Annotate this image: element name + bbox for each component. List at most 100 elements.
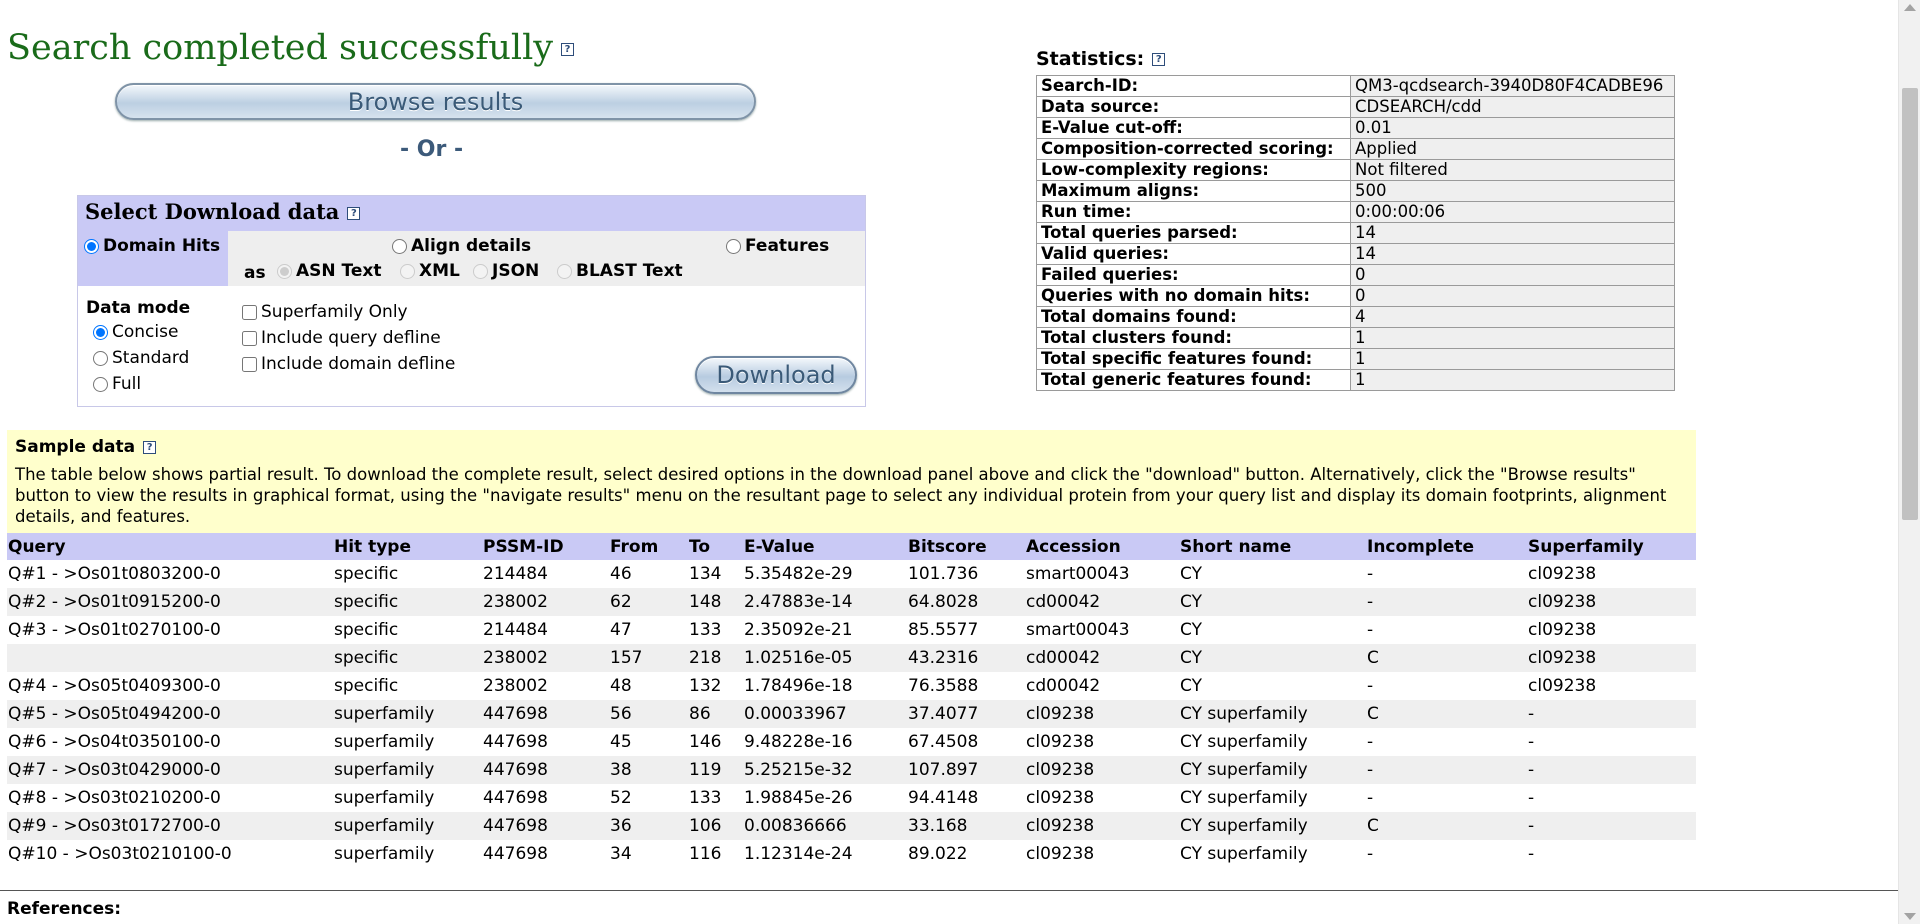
format-xml-label: XML <box>419 261 460 281</box>
download-panel-header: Select Download data? <box>78 196 865 231</box>
table-cell: 2.47883e-14 <box>743 588 907 616</box>
statistics-value: 14 <box>1350 222 1675 244</box>
statistics-key: Queries with no domain hits: <box>1036 285 1351 307</box>
table-cell: 2.35092e-21 <box>744 620 853 640</box>
column-header: Query <box>7 533 333 560</box>
type-features[interactable]: Features <box>726 236 829 256</box>
table-row: Q#7 - >Os03t0429000-0 superfamily 447698 38… <box>7 756 1696 784</box>
include-domain-defline-checkbox[interactable] <box>242 356 257 372</box>
table-cell: cd00042 <box>1026 676 1101 696</box>
format-asn-text-radio[interactable] <box>277 263 292 279</box>
include-query-defline-checkbox[interactable] <box>242 330 257 346</box>
mode-standard-radio[interactable] <box>93 350 108 366</box>
browse-results-button[interactable]: Browse results <box>115 83 756 120</box>
results-table: Query Hit type PSSM-ID From To E-Value Bitscor… <box>7 533 1696 868</box>
format-as-label: as <box>244 263 266 283</box>
table-row: specific 238002 157 218 1.02516e-05 43.2316 cd… <box>7 644 1696 672</box>
table-cell: cl09238 <box>1025 756 1179 784</box>
type-align-details[interactable]: Align details <box>392 236 531 256</box>
table-cell: cl09238 <box>1528 620 1597 640</box>
statistics-row: Search-ID: QM3-qcdsearch-3940D80F4CADBE96 <box>1036 75 1675 97</box>
format-json[interactable]: JSON <box>473 261 539 281</box>
results-header-row: Query Hit type PSSM-ID From To E-Value Bitscor… <box>7 533 1696 560</box>
mode-full[interactable]: Full <box>93 374 141 394</box>
include-domain-defline-label: Include domain defline <box>261 354 456 374</box>
table-cell: 33.168 <box>907 812 1025 840</box>
table-cell: 447698 <box>483 844 548 864</box>
table-cell: 85.5577 <box>908 620 979 640</box>
table-cell: 5.35482e-29 <box>744 564 853 584</box>
statistics-key: Run time: <box>1036 201 1351 223</box>
statistics-value: 4 <box>1350 306 1675 328</box>
table-cell: superfamily <box>333 756 482 784</box>
help-icon[interactable]: ? <box>1152 53 1166 66</box>
mode-standard[interactable]: Standard <box>93 348 189 368</box>
table-cell: CY <box>1179 644 1366 672</box>
table-cell: cl09238 <box>1528 676 1597 696</box>
scroll-up-arrow-icon[interactable] <box>1904 4 1916 11</box>
type-features-radio[interactable] <box>726 238 741 254</box>
table-cell: 36 <box>609 812 688 840</box>
superfamily-only-option[interactable]: Superfamily Only <box>242 302 408 322</box>
format-json-label: JSON <box>492 261 540 281</box>
superfamily-only-label: Superfamily Only <box>261 302 408 322</box>
help-icon[interactable]: ? <box>561 43 575 56</box>
mode-concise-radio[interactable] <box>93 324 108 340</box>
type-align-details-radio[interactable] <box>392 238 407 254</box>
format-blast-text[interactable]: BLAST Text <box>557 261 683 281</box>
statistics-key: Search-ID: <box>1036 75 1351 97</box>
type-domain-hits[interactable]: Domain Hits <box>84 236 220 256</box>
statistics-row: Composition-corrected scoring: Applied <box>1036 138 1675 160</box>
table-cell: Q#3 - >Os01t0270100-0 <box>8 620 221 640</box>
table-cell: 37.4077 <box>907 700 1025 728</box>
table-cell: specific <box>334 564 399 584</box>
table-cell: 34 <box>610 844 632 864</box>
table-row: Q#3 - >Os01t0270100-0 specific 214484 47 133… <box>7 616 1696 644</box>
scrollbar-thumb[interactable] <box>1902 88 1918 520</box>
statistics-row: Total generic features found: 1 <box>1036 369 1675 391</box>
type-domain-hits-radio[interactable] <box>84 238 99 254</box>
column-header: Accession <box>1025 533 1179 560</box>
format-xml-radio[interactable] <box>400 263 415 279</box>
include-query-defline-option[interactable]: Include query defline <box>242 328 441 348</box>
table-cell: 5.25215e-32 <box>743 756 907 784</box>
table-row: Q#1 - >Os01t0803200-0 specific 214484 46 134… <box>7 560 1696 588</box>
column-header: E-Value <box>743 533 907 560</box>
table-cell: 447698 <box>483 788 548 808</box>
mode-concise[interactable]: Concise <box>93 322 178 342</box>
format-xml[interactable]: XML <box>400 261 460 281</box>
include-domain-defline-option[interactable]: Include domain defline <box>242 354 455 374</box>
table-cell: superfamily <box>334 844 435 864</box>
mode-full-radio[interactable] <box>93 376 108 392</box>
table-cell: 76.3588 <box>908 676 979 696</box>
download-button[interactable]: Download <box>695 356 857 394</box>
statistics-row: Total queries parsed: 14 <box>1036 222 1675 244</box>
format-blast-text-radio[interactable] <box>557 263 572 279</box>
column-header: To <box>688 533 743 560</box>
sample-data-box: Sample data? The table below shows parti… <box>7 430 1696 533</box>
superfamily-only-checkbox[interactable] <box>242 304 257 320</box>
table-row: Q#5 - >Os05t0494200-0 superfamily 447698 56… <box>7 700 1696 728</box>
table-cell: Q#8 - >Os03t0210200-0 <box>8 788 221 808</box>
statistics-row: Maximum aligns: 500 <box>1036 180 1675 202</box>
format-json-radio[interactable] <box>473 263 488 279</box>
vertical-scrollbar[interactable] <box>1898 0 1920 924</box>
scroll-down-arrow-icon[interactable] <box>1904 913 1916 920</box>
help-icon[interactable]: ? <box>347 207 361 220</box>
references-divider <box>0 890 1900 891</box>
table-cell: 1.78496e-18 <box>744 676 853 696</box>
table-cell: 238002 <box>482 644 609 672</box>
table-cell: 157 <box>609 644 688 672</box>
statistics-value: 0 <box>1350 264 1675 286</box>
table-cell: 56 <box>609 700 688 728</box>
statistics-row: Low-complexity regions: Not filtered <box>1036 159 1675 181</box>
column-header: From <box>609 533 688 560</box>
or-separator: - Or - <box>400 137 464 162</box>
table-cell: - <box>1367 788 1374 808</box>
help-icon[interactable]: ? <box>143 440 157 454</box>
table-row: Q#4 - >Os05t0409300-0 specific 238002 48 132… <box>7 672 1696 700</box>
sample-data-title-text: Sample data <box>15 437 136 457</box>
format-asn-text[interactable]: ASN Text <box>277 261 382 281</box>
table-cell: 447698 <box>482 756 609 784</box>
table-cell: 447698 <box>482 812 609 840</box>
